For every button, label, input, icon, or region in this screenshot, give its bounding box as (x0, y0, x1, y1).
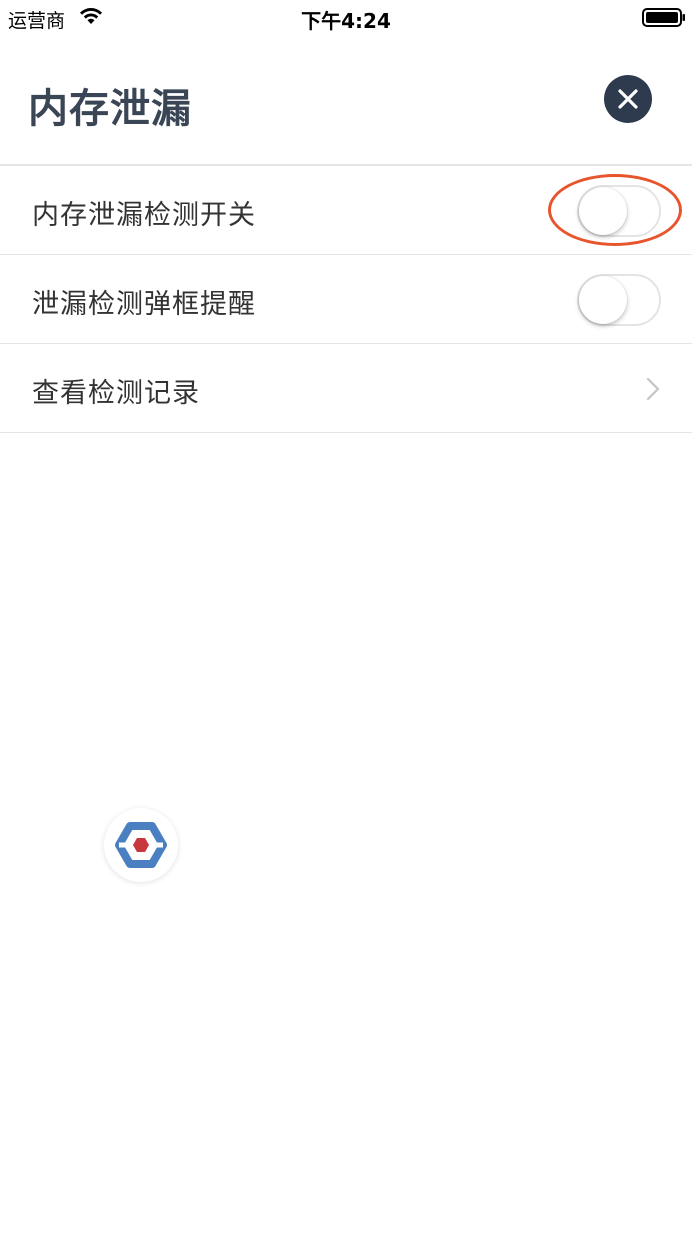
close-button[interactable] (604, 75, 652, 123)
battery-icon (642, 8, 685, 27)
settings-row-leak-alert: 泄漏检测弹框提醒 (0, 255, 692, 344)
close-icon (618, 89, 638, 109)
screen: 运营商 下午4:24 内存泄漏 内存泄漏检测开关 泄漏检测弹框提醒 查看检测记录 (0, 0, 692, 1238)
chevron-right-icon (646, 377, 660, 401)
leak-detection-toggle[interactable] (577, 185, 661, 237)
hexagon-logo-icon (115, 822, 167, 868)
header: 内存泄漏 (0, 36, 692, 166)
toggle-knob (579, 187, 627, 235)
settings-list: 内存泄漏检测开关 泄漏检测弹框提醒 查看检测记录 (0, 166, 692, 433)
status-time: 下午4:24 (301, 9, 391, 33)
settings-row-leak-detection: 内存泄漏检测开关 (0, 166, 692, 255)
settings-row-view-records[interactable]: 查看检测记录 (0, 344, 692, 433)
leak-alert-toggle[interactable] (577, 274, 661, 326)
view-records-label: 查看检测记录 (32, 378, 200, 409)
leak-alert-label: 泄漏检测弹框提醒 (32, 289, 256, 320)
page-title: 内存泄漏 (28, 86, 192, 132)
status-bar: 运营商 下午4:24 (0, 0, 692, 36)
toggle-knob (579, 276, 627, 324)
leak-detection-label: 内存泄漏检测开关 (32, 200, 256, 231)
floating-debug-button[interactable] (104, 808, 178, 882)
